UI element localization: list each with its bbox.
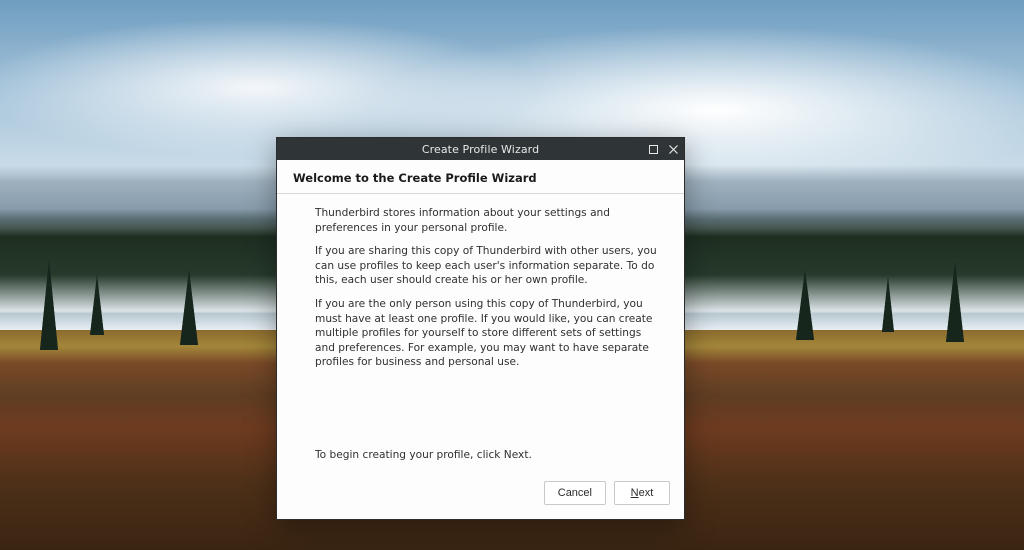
decorative-tree xyxy=(180,270,198,345)
window-title: Create Profile Wizard xyxy=(277,143,684,156)
wizard-text-block: Thunderbird stores information about you… xyxy=(293,206,668,370)
next-button-rest: ext xyxy=(639,487,654,499)
decorative-tree xyxy=(40,260,58,350)
next-button[interactable]: Next xyxy=(614,481,670,505)
titlebar[interactable]: Create Profile Wizard xyxy=(277,138,684,160)
button-row: Cancel Next xyxy=(277,481,684,519)
desktop-background: Create Profile Wizard Welcome to the Cre… xyxy=(0,0,1024,550)
create-profile-wizard-dialog: Create Profile Wizard Welcome to the Cre… xyxy=(276,137,685,520)
decorative-tree xyxy=(946,262,964,342)
spacer xyxy=(293,379,668,449)
wizard-paragraph: If you are sharing this copy of Thunderb… xyxy=(315,244,662,288)
close-icon[interactable] xyxy=(666,142,680,156)
divider xyxy=(277,193,684,194)
maximize-icon[interactable] xyxy=(646,142,660,156)
cancel-button-label: Cancel xyxy=(558,487,592,499)
wizard-paragraph: Thunderbird stores information about you… xyxy=(315,206,662,235)
decorative-tree xyxy=(90,275,104,335)
wizard-instruction: To begin creating your profile, click Ne… xyxy=(293,449,668,461)
decorative-tree xyxy=(882,277,894,332)
next-button-mnemonic: N xyxy=(631,487,639,499)
wizard-paragraph: If you are the only person using this co… xyxy=(315,297,662,370)
wizard-heading: Welcome to the Create Profile Wizard xyxy=(293,171,668,185)
window-controls xyxy=(646,138,680,160)
dialog-body: Welcome to the Create Profile Wizard Thu… xyxy=(277,160,684,481)
cancel-button[interactable]: Cancel xyxy=(544,481,606,505)
decorative-tree xyxy=(796,270,814,340)
